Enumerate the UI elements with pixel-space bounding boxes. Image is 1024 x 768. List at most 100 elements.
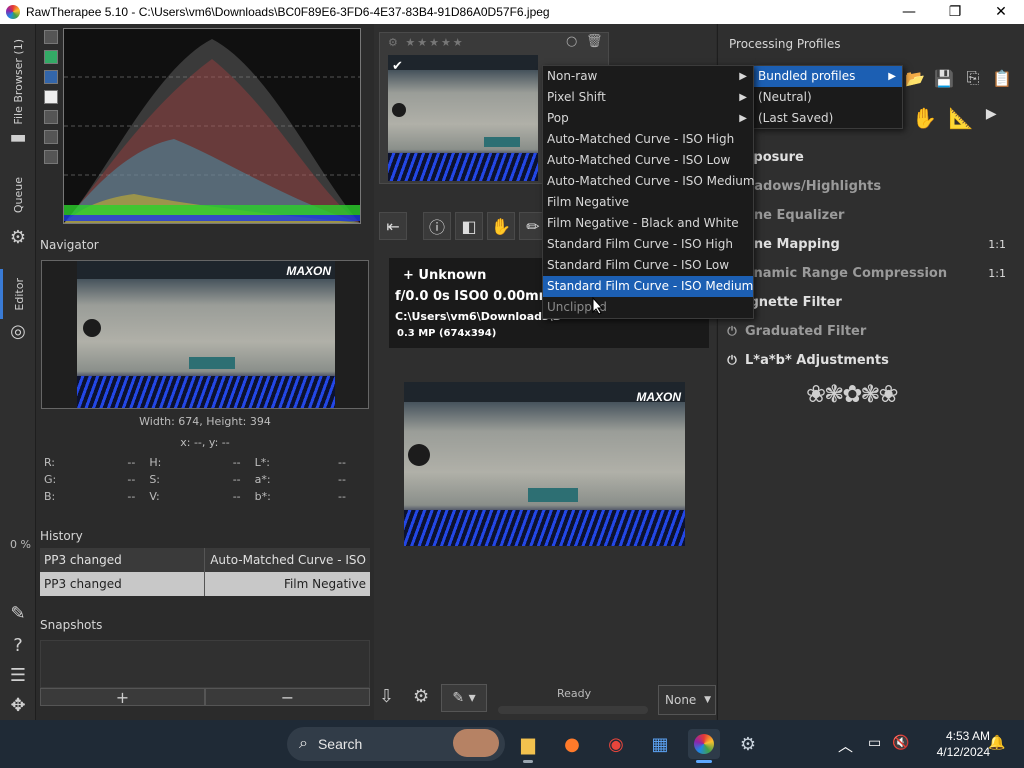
output-profile-select[interactable]: None ▼: [658, 685, 716, 715]
histogram-scale-icon[interactable]: [44, 150, 58, 164]
tab-editor[interactable]: Editor: [0, 269, 36, 319]
rawtherapee-taskbar-icon[interactable]: [688, 729, 720, 763]
history-action: PP3 changed: [44, 577, 122, 591]
aperture-icon[interactable]: ◎: [7, 320, 29, 342]
tab-editor-label: Editor: [13, 277, 26, 311]
menu-item-amc-iso-low[interactable]: Auto-Matched Curve - ISO Low: [543, 150, 753, 171]
open-profile-icon[interactable]: 📂: [902, 66, 928, 90]
tool-exposure[interactable]: xposure: [722, 144, 1012, 170]
menu-item-unclipped[interactable]: Unclipped: [543, 297, 753, 318]
menu-item-label: Auto-Matched Curve - ISO High: [547, 132, 735, 146]
taskbar-clock[interactable]: 4:53 AM 4/12/2024: [918, 728, 990, 760]
close-button[interactable]: ✕: [978, 0, 1024, 24]
tool-dynamic-range-compression[interactable]: ynamic Range Compression 1:1: [722, 260, 1012, 286]
menu-item-sfc-iso-high[interactable]: Standard Film Curve - ISO High: [543, 234, 753, 255]
history-row[interactable]: PP3 changed Auto-Matched Curve - ISO ...: [40, 548, 370, 591]
file-explorer-icon[interactable]: ▆: [512, 729, 544, 763]
chevron-right-icon[interactable]: ▶: [986, 106, 997, 130]
external-editor-dropdown[interactable]: ✎ ▾: [441, 684, 487, 712]
pixel-readout: R: -- H: -- L*: -- G: -- S: -- a*: -- B: -- V: -…: [44, 456, 360, 507]
save-profile-icon[interactable]: 💾: [931, 66, 957, 90]
snapshots-list[interactable]: [40, 640, 370, 688]
submenu-arrow-icon: ▶: [739, 71, 747, 82]
menu-item-film-negative-bw[interactable]: Film Negative - Black and White: [543, 213, 753, 234]
menu-item-label: Standard Film Curve - ISO High: [547, 237, 733, 251]
readout-key: V:: [149, 490, 160, 503]
navigator-preview[interactable]: MAXON: [41, 260, 369, 409]
tool-lab-adjustments[interactable]: ⏻ L*a*b* Adjustments: [722, 347, 1012, 373]
save-image-icon[interactable]: ⇩: [379, 686, 394, 707]
progress-bar: [498, 706, 648, 714]
menu-item-bundled-profiles[interactable]: Bundled profiles ▶: [754, 66, 902, 87]
tool-graduated-filter[interactable]: ⏻ Graduated Filter: [722, 318, 1012, 344]
histogram-rgb-icon[interactable]: [44, 50, 58, 64]
help-icon[interactable]: ?: [7, 634, 29, 656]
menu-item-last-saved[interactable]: (Last Saved): [754, 108, 902, 129]
move-icon[interactable]: ✥: [7, 694, 29, 716]
menu-item-pixel-shift[interactable]: Pixel Shift ▶: [543, 87, 753, 108]
power-icon[interactable]: ⏻: [722, 324, 742, 339]
histogram-raw-icon[interactable]: [44, 90, 58, 104]
menu-item-label: Film Negative: [547, 195, 630, 209]
edit-pen-icon[interactable]: ✎: [7, 602, 29, 624]
tool-tone-mapping[interactable]: one Mapping 1:1: [722, 231, 1012, 257]
copy-profile-icon[interactable]: ⎘: [960, 66, 986, 90]
profile-toolbar: 📂 💾 ⎘ 📋: [902, 66, 1015, 90]
readout-key: a*:: [254, 473, 271, 486]
gear-icon[interactable]: ⚙: [7, 226, 29, 248]
add-snapshot-button[interactable]: +: [40, 688, 205, 707]
tool-vignette-filter[interactable]: ignette Filter: [722, 289, 1012, 315]
queue-gear-icon[interactable]: ⚙: [413, 686, 429, 707]
menu-item-label: Film Negative - Black and White: [547, 216, 739, 230]
menu-item-sfc-iso-low[interactable]: Standard Film Curve - ISO Low: [543, 255, 753, 276]
tab-file-browser[interactable]: File Browser (1): [0, 32, 36, 132]
remove-snapshot-button[interactable]: −: [205, 688, 370, 707]
hand-tool-icon[interactable]: ✋: [912, 106, 937, 130]
store-icon[interactable]: ▦: [644, 729, 676, 759]
tool-shadows-highlights[interactable]: hadows/Highlights: [722, 173, 1012, 199]
menu-item-non-raw[interactable]: Non-raw ▶: [543, 66, 753, 87]
menu-item-film-negative[interactable]: Film Negative: [543, 192, 753, 213]
histogram-chroma-icon[interactable]: [44, 110, 58, 124]
taskbar-search[interactable]: ⌕ Search: [287, 727, 505, 761]
menu-item-amc-iso-high[interactable]: Auto-Matched Curve - ISO High: [543, 129, 753, 150]
transform-tool-icon[interactable]: 📐: [949, 106, 974, 130]
info-icon[interactable]: ⓘ: [423, 212, 451, 240]
network-icon[interactable]: ▭: [868, 735, 881, 751]
histogram-mode-icon[interactable]: [44, 30, 58, 44]
histogram-bar-icon[interactable]: [44, 130, 58, 144]
paste-profile-icon[interactable]: 📋: [989, 66, 1015, 90]
hide-panel-icon[interactable]: ⇤: [379, 212, 407, 240]
history-detail: Auto-Matched Curve - ISO ...: [204, 548, 370, 591]
minimize-button[interactable]: —: [886, 0, 932, 24]
bundled-profiles-submenu: Non-raw ▶ Pixel Shift ▶ Pop ▶ Auto-Matched …: [542, 65, 755, 319]
history-row[interactable]: PP3 changed Film Negative: [40, 572, 370, 596]
history-detail: Film Negative: [204, 572, 370, 596]
sliders-icon[interactable]: ☰: [7, 664, 29, 686]
menu-item-amc-iso-medium[interactable]: Auto-Matched Curve - ISO Medium: [543, 171, 755, 192]
volume-muted-icon[interactable]: 🔇: [892, 735, 909, 751]
main-preview-image[interactable]: MAXON: [404, 382, 685, 546]
tool-tone-equalizer[interactable]: one Equalizer: [722, 202, 1012, 228]
trash-icon[interactable]: 🗑: [586, 34, 603, 49]
history-label: History: [40, 529, 83, 543]
maximize-button[interactable]: ❐: [932, 0, 978, 24]
hand-icon[interactable]: ✋: [487, 212, 515, 240]
rating-stars[interactable]: ⚙ ★★★★★: [388, 36, 465, 49]
menu-item-neutral[interactable]: (Neutral): [754, 87, 902, 108]
firefox-icon[interactable]: ●: [556, 729, 588, 759]
folder-icon[interactable]: ▬: [7, 126, 29, 148]
settings-gear-icon[interactable]: ⚙: [732, 729, 764, 759]
power-icon[interactable]: ⏻: [722, 353, 742, 368]
histogram-toolbar: [44, 30, 60, 180]
reject-circle-icon[interactable]: ○: [566, 34, 577, 49]
histogram-color-icon[interactable]: [44, 70, 58, 84]
before-after-icon[interactable]: ◧: [455, 212, 483, 240]
chevron-up-icon[interactable]: ︿: [838, 735, 853, 756]
menu-item-pop[interactable]: Pop ▶: [543, 108, 753, 129]
tab-queue[interactable]: Queue: [0, 172, 36, 218]
menu-item-sfc-iso-medium[interactable]: Standard Film Curve - ISO Medium: [543, 276, 753, 297]
chrome-icon[interactable]: ◉: [600, 729, 632, 759]
notification-bell-icon[interactable]: 🔔: [988, 735, 1005, 751]
readout-row: R: -- H: -- L*: --: [44, 456, 360, 473]
